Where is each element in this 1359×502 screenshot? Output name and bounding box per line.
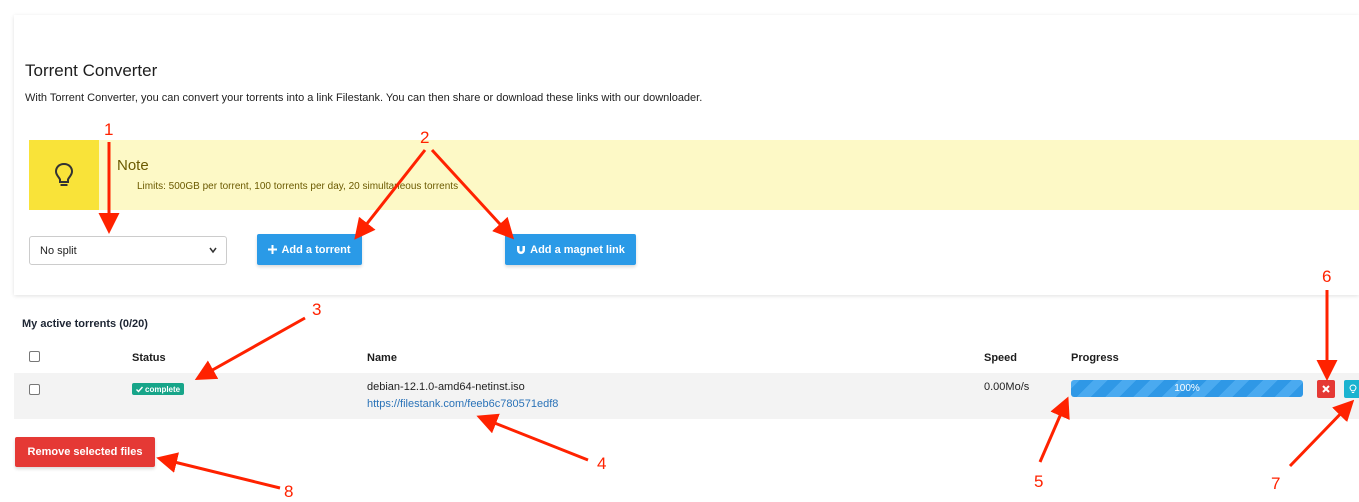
remove-selected-button[interactable]: Remove selected files xyxy=(15,437,155,467)
magnet-icon xyxy=(517,245,526,254)
arrow-8 xyxy=(156,452,281,490)
annotation-6: 6 xyxy=(1322,267,1332,286)
lightbulb-icon xyxy=(54,162,74,186)
add-torrent-label: Add a torrent xyxy=(281,243,351,256)
annotation-3: 3 xyxy=(312,300,322,319)
remove-selected-label: Remove selected files xyxy=(27,446,143,458)
torrent-speed: 0.00Mo/s xyxy=(984,381,1030,393)
note-icon-box xyxy=(29,140,99,210)
plus-icon xyxy=(268,245,278,254)
chevron-down-icon xyxy=(209,247,217,254)
active-torrents-title: My active torrents (0/20) xyxy=(22,318,148,330)
status-badge-label: complete xyxy=(145,384,181,394)
annotation-4: 4 xyxy=(597,454,607,473)
add-magnet-button[interactable]: Add a magnet link xyxy=(505,234,636,265)
select-all-checkbox[interactable] xyxy=(29,351,40,362)
lightbulb-icon xyxy=(1349,384,1357,393)
column-name: Name xyxy=(367,352,397,364)
column-speed: Speed xyxy=(984,352,1018,364)
progress-bar: 100% xyxy=(1071,380,1303,397)
split-select[interactable]: No split xyxy=(29,236,227,265)
progress-label: 100% xyxy=(1174,383,1200,394)
note-text: Limits: 500GB per torrent, 100 torrents … xyxy=(137,181,459,192)
annotation-2: 2 xyxy=(420,128,430,147)
torrent-name: debian-12.1.0-amd64-netinst.iso xyxy=(367,381,525,393)
add-torrent-button[interactable]: Add a torrent xyxy=(257,234,362,265)
info-button[interactable] xyxy=(1344,380,1359,398)
split-select-value: No split xyxy=(40,244,77,257)
column-progress: Progress xyxy=(1071,352,1119,364)
page-subtitle: With Torrent Converter, you can convert … xyxy=(25,92,703,104)
note-box: Note Limits: 500GB per torrent, 100 torr… xyxy=(29,140,1359,210)
annotation-7: 7 xyxy=(1271,474,1281,493)
annotation-8: 8 xyxy=(284,482,294,501)
annotation-1: 1 xyxy=(104,120,114,139)
add-magnet-label: Add a magnet link xyxy=(530,243,625,256)
check-icon xyxy=(136,386,143,393)
column-status: Status xyxy=(132,352,166,364)
arrow-4 xyxy=(476,413,589,462)
close-icon xyxy=(1322,385,1330,393)
row-checkbox[interactable] xyxy=(29,384,40,395)
delete-button[interactable] xyxy=(1317,380,1335,398)
note-title: Note xyxy=(117,157,149,174)
status-badge: complete xyxy=(132,383,185,395)
arrow-3 xyxy=(194,316,306,380)
torrent-link[interactable]: https://filestank.com/feeb6c780571edf8 xyxy=(367,398,558,410)
page-title: Torrent Converter xyxy=(25,61,158,80)
annotation-5: 5 xyxy=(1034,472,1044,491)
